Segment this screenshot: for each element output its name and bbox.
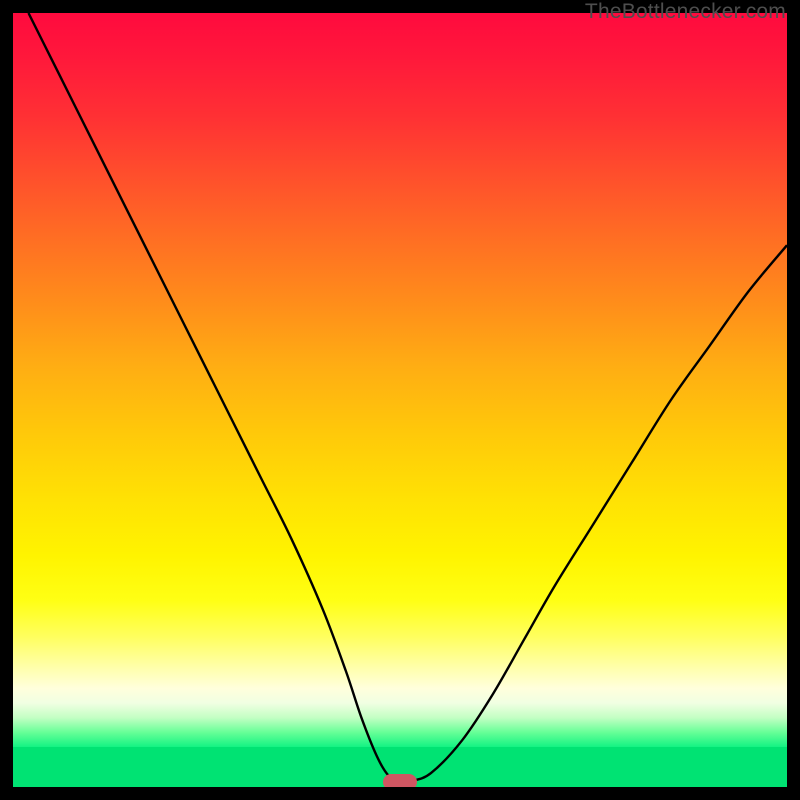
curve-svg	[13, 13, 787, 787]
chart-stage: TheBottlenecker.com	[0, 0, 800, 800]
optimal-marker	[383, 774, 417, 787]
watermark-text: TheBottlenecker.com	[585, 0, 786, 24]
plot-area	[13, 13, 787, 787]
bottleneck-curve	[28, 13, 787, 782]
